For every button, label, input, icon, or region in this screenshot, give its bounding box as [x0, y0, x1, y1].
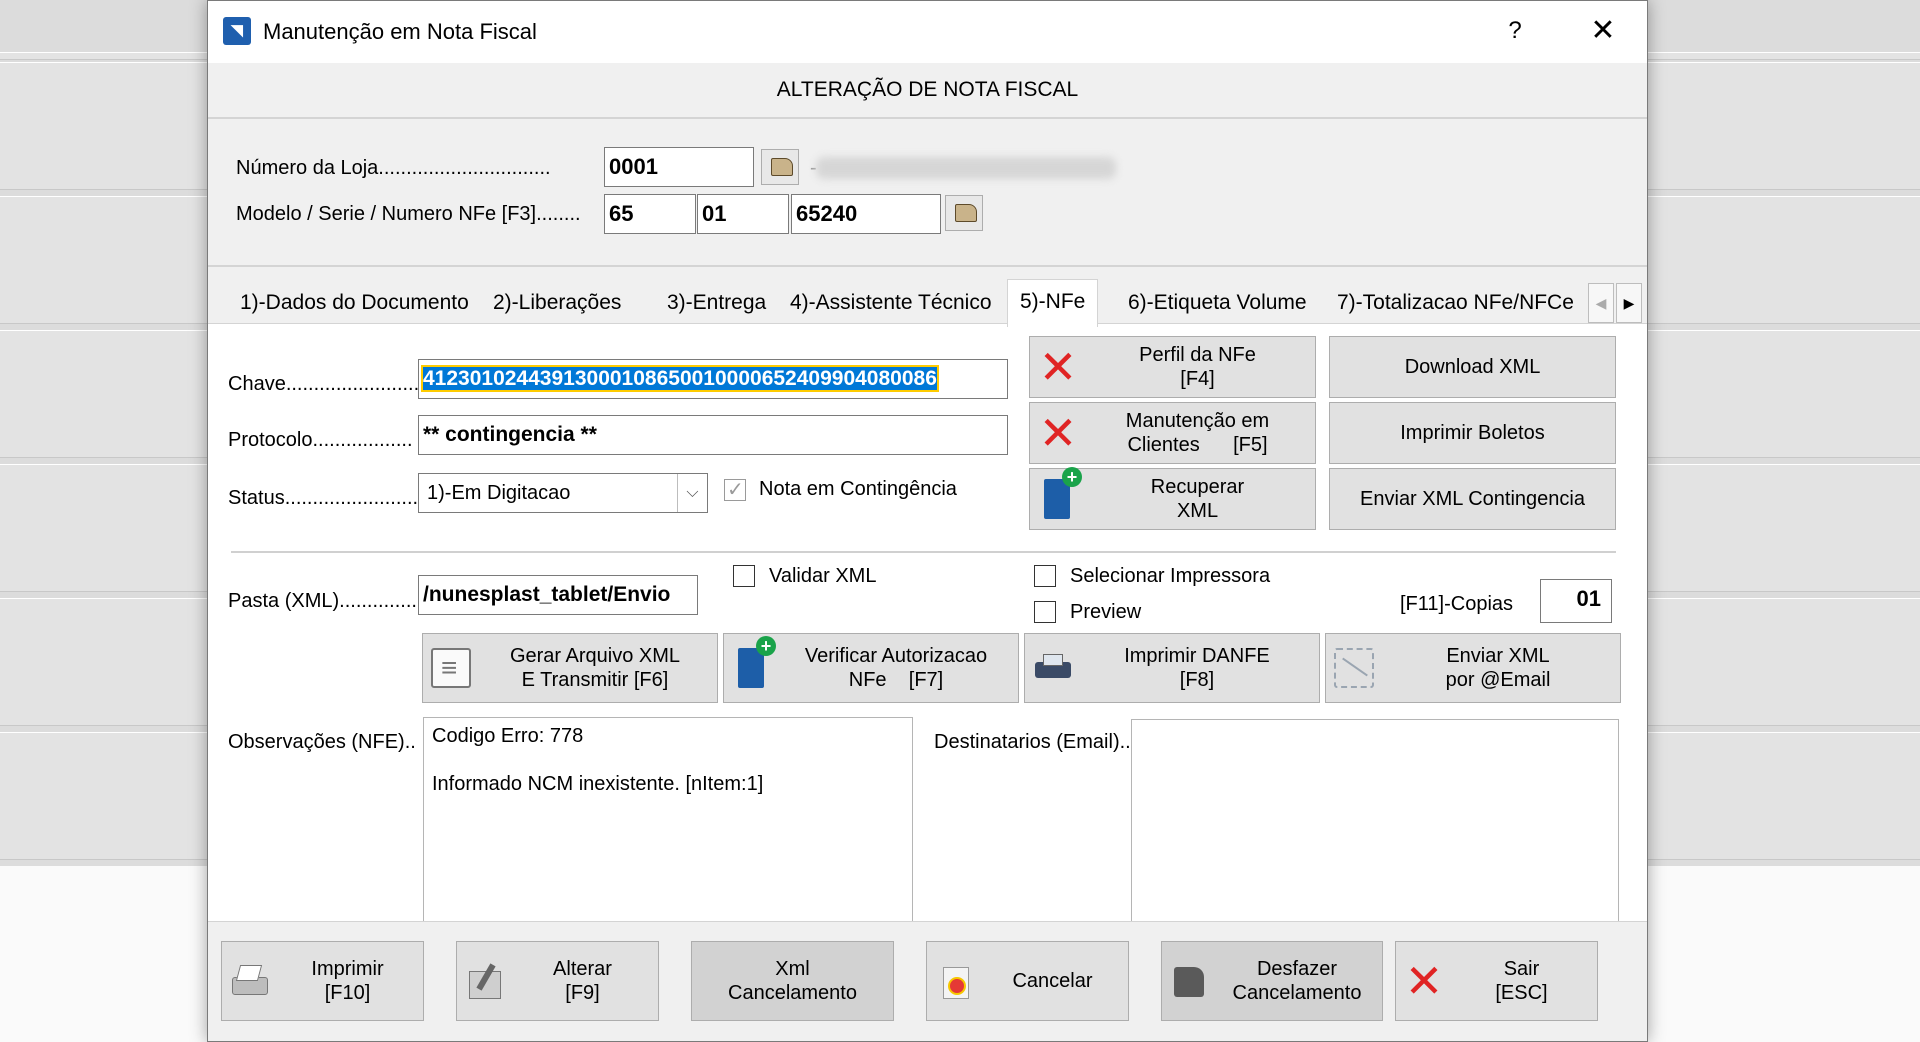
desfazer-cancelamento-label: Desfazer Cancelamento [1232, 958, 1362, 1004]
serie-input[interactable]: 01 [697, 194, 789, 234]
tab-assistente-tecnico[interactable]: 4)-Assistente Técnico [778, 283, 1004, 323]
help-button[interactable]: ? [1495, 13, 1535, 49]
observacoes-textarea[interactable]: Codigo Erro: 778 Informado NCM inexisten… [423, 717, 913, 925]
close-icon: ✕ [1404, 954, 1444, 1008]
selecionar-impressora-checkbox[interactable] [1034, 565, 1056, 587]
gerar-xml-label: Gerar Arquivo XML E Transmitir [F6] [509, 645, 681, 691]
status-select[interactable]: 1)-Em Digitacao ⌵ [418, 473, 708, 513]
copias-label: [F11]-Copias [1400, 593, 1514, 615]
loja-lookup-button[interactable] [761, 149, 799, 185]
tab-totalizacao[interactable]: 7)-Totalizacao NFe/NFCe [1325, 283, 1586, 323]
chave-label: Chave......................... [228, 373, 425, 395]
status-value: 1)-Em Digitacao [427, 482, 571, 504]
obs-line: Informado NCM inexistente. [nItem:1] [432, 773, 764, 795]
tab-scroll-left-button[interactable]: ◀ [1588, 283, 1614, 323]
cancelar-label: Cancelar [1012, 970, 1093, 992]
header-panel: ALTERAÇÃO DE NOTA FISCAL [208, 63, 1647, 119]
chevron-down-icon: ⌵ [677, 474, 707, 512]
book-add-icon [738, 636, 776, 688]
close-icon: ✕ [1038, 406, 1078, 460]
imprimir-danfe-label: Imprimir DANFE [F8] [1124, 645, 1270, 691]
loja-name-redacted [816, 157, 1116, 179]
window-title: Manutenção em Nota Fiscal [263, 19, 537, 44]
validar-xml-label: Validar XML [769, 565, 877, 587]
verificar-autorizacao-label: Verificar Autorizacao NFe [F7] [804, 645, 988, 691]
verificar-autorizacao-button[interactable]: Verificar Autorizacao NFe [F7] [723, 633, 1019, 703]
list-icon [431, 648, 471, 688]
chave-input[interactable]: 4123010244391300010865001000065240990408… [418, 359, 1008, 399]
book-add-icon [1044, 467, 1082, 519]
contingencia-label: Nota em Contingência [759, 478, 957, 500]
sair-button[interactable]: ✕ Sair [ESC] [1395, 941, 1598, 1021]
observacoes-label: Observações (NFE).. [228, 731, 416, 753]
tab-entrega[interactable]: 3)-Entrega [655, 283, 778, 323]
divider [208, 265, 1647, 267]
tab-etiqueta-volume[interactable]: 6)-Etiqueta Volume [1116, 283, 1319, 323]
destinatarios-label: Destinatarios (Email).. [934, 731, 1131, 753]
perfil-nfe-label: Perfil da NFe [F4] [1139, 344, 1256, 390]
numero-nfe-input[interactable]: 65240 [791, 194, 941, 234]
printer-icon [1033, 648, 1073, 688]
title-bar: ◥ Manutenção em Nota Fiscal ? ✕ [208, 1, 1647, 63]
cancelar-button[interactable]: Cancelar [926, 941, 1129, 1021]
imprimir-label: Imprimir [F10] [311, 958, 384, 1004]
imprimir-boletos-button[interactable]: Imprimir Boletos [1329, 402, 1616, 464]
pasta-input[interactable]: /nunesplast_tablet/Envio [418, 575, 698, 615]
perfil-nfe-button[interactable]: ✕ Perfil da NFe [F4] [1029, 336, 1316, 398]
pasta-label: Pasta (XML).............. [228, 590, 417, 612]
imprimir-button[interactable]: Imprimir [F10] [221, 941, 424, 1021]
destinatarios-textarea[interactable] [1131, 719, 1619, 925]
email-icon [1334, 648, 1374, 688]
sair-label: Sair [ESC] [1495, 958, 1548, 1004]
app-icon: ◥ [223, 17, 251, 45]
status-label: Status......................... [228, 487, 424, 509]
nfe-lookup-button[interactable] [945, 195, 983, 231]
manutencao-clientes-label: Manutenção em Clientes [F5] [1125, 410, 1270, 456]
preview-label: Preview [1070, 601, 1142, 623]
tab-dados-documento[interactable]: 1)-Dados do Documento [228, 283, 481, 323]
selecionar-impressora-label: Selecionar Impressora [1070, 565, 1271, 587]
manutencao-clientes-button[interactable]: ✕ Manutenção em Clientes [F5] [1029, 402, 1316, 464]
gerar-xml-button[interactable]: Gerar Arquivo XML E Transmitir [F6] [422, 633, 718, 703]
chave-value: 4123010244391300010865001000065240990408… [421, 365, 939, 392]
xml-cancelamento-button[interactable]: Xml Cancelamento [691, 941, 894, 1021]
imprimir-boletos-label: Imprimir Boletos [1400, 422, 1545, 444]
enviar-xml-email-button[interactable]: Enviar XML por @Email [1325, 633, 1621, 703]
cancel-icon [935, 961, 975, 1001]
validar-xml-checkbox[interactable] [733, 565, 755, 587]
download-xml-label: Download XML [1404, 356, 1541, 378]
recuperar-xml-label: Recuperar XML [1150, 476, 1245, 522]
tab-liberacoes[interactable]: 2)-Liberações [481, 283, 633, 323]
protocolo-input[interactable]: ** contingencia ** [418, 415, 1008, 455]
desfazer-cancelamento-button[interactable]: Desfazer Cancelamento [1161, 941, 1383, 1021]
protocolo-label: Protocolo.................. [228, 429, 413, 451]
divider [231, 551, 1616, 553]
alterar-label: Alterar [F9] [553, 958, 612, 1004]
undo-icon [1170, 961, 1210, 1001]
imprimir-danfe-button[interactable]: Imprimir DANFE [F8] [1024, 633, 1320, 703]
close-button[interactable]: ✕ [1578, 11, 1628, 51]
download-xml-button[interactable]: Download XML [1329, 336, 1616, 398]
contingencia-checkbox[interactable] [724, 477, 746, 502]
modelo-label: Modelo / Serie / Numero NFe [F3]........ [236, 203, 581, 225]
tab-nfe[interactable]: 5)-NFe [1007, 279, 1099, 327]
tab-scroll-right-button[interactable]: ▶ [1616, 283, 1642, 323]
recuperar-xml-button[interactable]: Recuperar XML [1029, 467, 1316, 530]
loja-label: Número da Loja..........................… [236, 157, 551, 179]
copias-input[interactable]: 01 [1540, 579, 1612, 623]
edit-icon [465, 961, 505, 1001]
obs-line: Codigo Erro: 778 [432, 725, 584, 747]
enviar-xml-email-label: Enviar XML por @Email [1445, 645, 1551, 691]
enviar-xml-contingencia-label: Enviar XML Contingencia [1360, 488, 1585, 510]
loja-input[interactable]: 0001 [604, 147, 754, 187]
page-title: ALTERAÇÃO DE NOTA FISCAL [776, 78, 1079, 101]
printer-icon [230, 961, 270, 1001]
close-icon: ✕ [1038, 340, 1078, 394]
enviar-xml-contingencia-button[interactable]: Enviar XML Contingencia [1329, 468, 1616, 530]
xml-cancelamento-label: Xml Cancelamento [728, 958, 857, 1004]
modelo-input[interactable]: 65 [604, 194, 696, 234]
nota-fiscal-dialog: ◥ Manutenção em Nota Fiscal ? ✕ ALTERAÇÃ… [207, 0, 1648, 1042]
preview-checkbox[interactable] [1034, 601, 1056, 623]
alterar-button[interactable]: Alterar [F9] [456, 941, 659, 1021]
